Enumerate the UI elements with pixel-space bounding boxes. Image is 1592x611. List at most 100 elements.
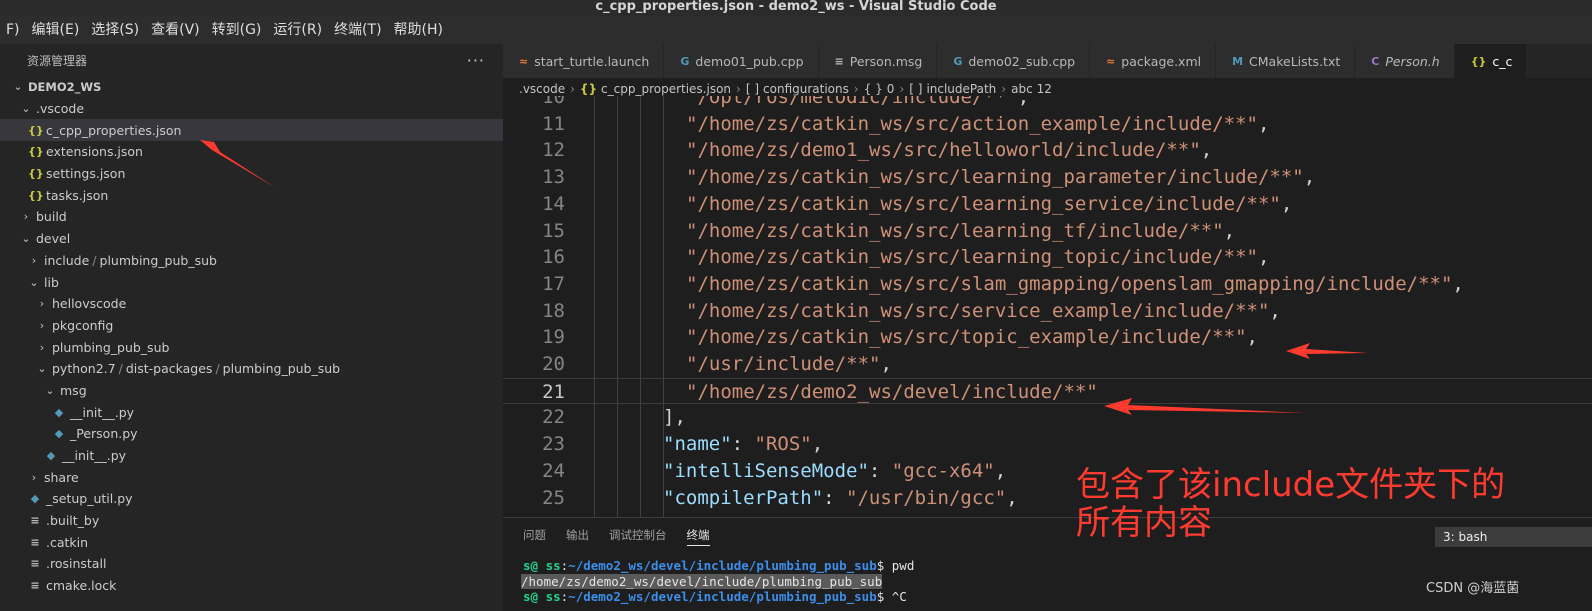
breadcrumb-item[interactable]: .vscode xyxy=(519,82,565,96)
chevron-right-icon: › xyxy=(570,82,575,96)
chevron-right-icon: › xyxy=(31,253,37,267)
chevron-right-icon: › xyxy=(736,82,741,96)
code-token: "/home/zs/catkin_ws/src/learning_service… xyxy=(686,192,1281,215)
folder-item[interactable]: › plumbing_pub_sub xyxy=(0,336,503,358)
chevron-down-icon: ⌄ xyxy=(37,362,47,376)
file-item[interactable]: ≡ .catkin xyxy=(0,531,503,553)
menu-item[interactable]: 查看(V) xyxy=(145,16,206,44)
code-text: "/home/zs/catkin_ws/src/service_example/… xyxy=(686,298,1281,325)
panel-tab[interactable]: 问题 xyxy=(523,518,546,552)
tree-item-label: python2.7 xyxy=(52,361,116,377)
code-text: "intelliSenseMode": "gcc-x64", xyxy=(663,458,1006,485)
editor-tabs: ≈ start_turtle.launch Gdemo01_pub.cpp ≡ Pers… xyxy=(503,44,1592,78)
folder-item[interactable]: ⌄ lib xyxy=(0,271,503,293)
line-number: 21 xyxy=(542,380,565,403)
code-token: "/home/zs/demo2_ws/devel/include/**" xyxy=(686,380,1098,403)
tree-item-label: devel xyxy=(36,231,71,247)
folder-item[interactable]: ⌄ python2.7/dist-packages / plumbing_pub_su… xyxy=(0,358,503,380)
file-item[interactable]: ◆ __init__.py xyxy=(0,445,503,467)
code-text: "/home/zs/catkin_ws/src/learning_tf/incl… xyxy=(686,218,1235,245)
line-number: 16 xyxy=(542,246,565,269)
file-item[interactable]: ≡ cmake.lock xyxy=(0,575,503,597)
menu-item[interactable]: 终端(T) xyxy=(328,16,387,44)
code-line: 13 "/home/zs/catkin_ws/src/learning_param… xyxy=(503,164,1592,191)
menu-item[interactable]: 运行(R) xyxy=(267,16,328,44)
line-number: 11 xyxy=(542,112,565,135)
editor-tab[interactable]: Gdemo02_sub.cpp xyxy=(937,44,1091,78)
file-item[interactable]: ◆ __init__.py xyxy=(0,401,503,423)
tab-label: package.xml xyxy=(1121,53,1202,69)
json-file-icon: {} xyxy=(28,167,44,181)
editor-tab[interactable]: ≈ start_turtle.launch xyxy=(503,44,665,78)
terminal-line: s@ ss:~/demo2_ws/devel/include/plumbing_… xyxy=(523,558,914,574)
menu-item[interactable]: 帮助(H) xyxy=(388,16,449,44)
window-title: c_cpp_properties.json - demo2_ws - Visua… xyxy=(0,0,1592,16)
code-token: "/home/zs/catkin_ws/src/service_example/… xyxy=(686,299,1270,322)
file-item[interactable]: ◆ _setup_util.py xyxy=(0,488,503,510)
folder-item[interactable]: › share xyxy=(0,466,503,488)
tree-item-label: _setup_util.py xyxy=(46,491,133,507)
file-item[interactable]: ≡ .built_by xyxy=(0,510,503,532)
menu-item[interactable]: 转到(G) xyxy=(206,16,268,44)
file-item[interactable]: {} settings.json xyxy=(0,163,503,185)
folder-item[interactable]: ⌄ msg xyxy=(0,380,503,402)
breadcrumb-item[interactable]: includePath xyxy=(926,82,996,96)
breadcrumb-item[interactable]: configurations xyxy=(763,82,849,96)
folder-item[interactable]: › hellovscode xyxy=(0,293,503,315)
menu-item[interactable]: 选择(S) xyxy=(85,16,145,44)
file-item[interactable]: ≡ .rosinstall xyxy=(0,553,503,575)
folder-item[interactable]: › pkgconfig xyxy=(0,315,503,337)
c-file-icon: C xyxy=(1371,54,1380,68)
panel-tab[interactable]: 调试控制台 xyxy=(609,518,667,552)
workspace-root[interactable]: ⌄ DEMO2_WS xyxy=(0,76,503,98)
chevron-down-icon: ⌄ xyxy=(21,102,31,116)
editor-tab[interactable]: M CMakeLists.txt xyxy=(1216,44,1356,78)
file-item[interactable]: ◆ _Person.py xyxy=(0,423,503,445)
code-text: "/usr/include/**", xyxy=(686,351,892,378)
tree-item-label: .catkin xyxy=(46,534,89,550)
line-number: 13 xyxy=(542,166,565,189)
breadcrumb-item[interactable]: 12 xyxy=(1037,82,1052,96)
editor-tab[interactable]: Gdemo01_pub.cpp xyxy=(664,44,819,78)
panel-tab[interactable]: 终端 xyxy=(686,518,710,552)
editor-tab[interactable]: ≡ Person.msg xyxy=(818,44,938,78)
folder-item[interactable]: ⌄ .vscode xyxy=(0,98,503,120)
file-item[interactable]: {} c_cpp_properties.json xyxy=(0,119,503,142)
line-number: 15 xyxy=(542,219,565,242)
code-token: , xyxy=(674,406,686,429)
tree-item-label: lib xyxy=(44,274,59,290)
editor-tab[interactable]: ≈ package.xml xyxy=(1090,44,1217,78)
menu-item[interactable]: F) xyxy=(0,16,26,44)
json-file-icon: {} xyxy=(28,145,44,159)
code-token: "/home/zs/catkin_ws/src/learning_topic/i… xyxy=(686,246,1258,269)
breadcrumb-symbol-icon: [ ] xyxy=(909,82,923,96)
breadcrumb-item[interactable]: 0 xyxy=(887,82,895,96)
editor-tab[interactable]: {} c_c xyxy=(1454,44,1528,78)
workspace-root-label: DEMO2_WS xyxy=(28,79,102,94)
folder-item[interactable]: › include / plumbing_pub_sub xyxy=(0,250,503,272)
folder-item[interactable]: ⌄ devel xyxy=(0,228,503,250)
code-line: 11 "/home/zs/catkin_ws/src/action_example… xyxy=(503,111,1592,138)
tree-item-label: __init__.py xyxy=(62,448,127,464)
code-line: 21 "/home/zs/demo2_ws/devel/include/**" xyxy=(503,377,1592,405)
file-item[interactable]: {} tasks.json xyxy=(0,184,503,206)
menu-item[interactable]: 编辑(E) xyxy=(26,16,86,44)
terminal-user: s@ ss xyxy=(523,558,561,573)
breadcrumb-item[interactable]: c_cpp_properties.json xyxy=(601,82,731,96)
tree-item-label: .rosinstall xyxy=(46,556,107,572)
tree-item-label: .built_by xyxy=(46,513,100,529)
ellipsis-icon[interactable]: ··· xyxy=(467,51,485,70)
code-editor[interactable]: 10 "/opt/ros/melodic/include/**", 11 "/home… xyxy=(503,96,1592,517)
tree-item-label: plumbing_pub_sub xyxy=(52,339,170,355)
line-number: 17 xyxy=(542,272,565,295)
folder-item[interactable]: › build xyxy=(0,206,503,228)
terminal-path: ~/demo2_ws/devel/include/plumbing_pub_su… xyxy=(568,589,877,604)
code-token: "/home/zs/catkin_ws/src/learning_paramet… xyxy=(686,166,1304,189)
editor-tab[interactable]: C Person.h xyxy=(1355,44,1455,78)
code-token: , xyxy=(1200,139,1213,162)
python-file-icon: ◆ xyxy=(54,427,64,441)
tree-item-label: plumbing_pub_sub xyxy=(99,252,217,268)
terminal-line: s@ ss:~/demo2_ws/devel/include/plumbing_… xyxy=(523,589,907,605)
panel-tab[interactable]: 输出 xyxy=(566,518,589,552)
file-item[interactable]: {} extensions.json xyxy=(0,141,503,163)
